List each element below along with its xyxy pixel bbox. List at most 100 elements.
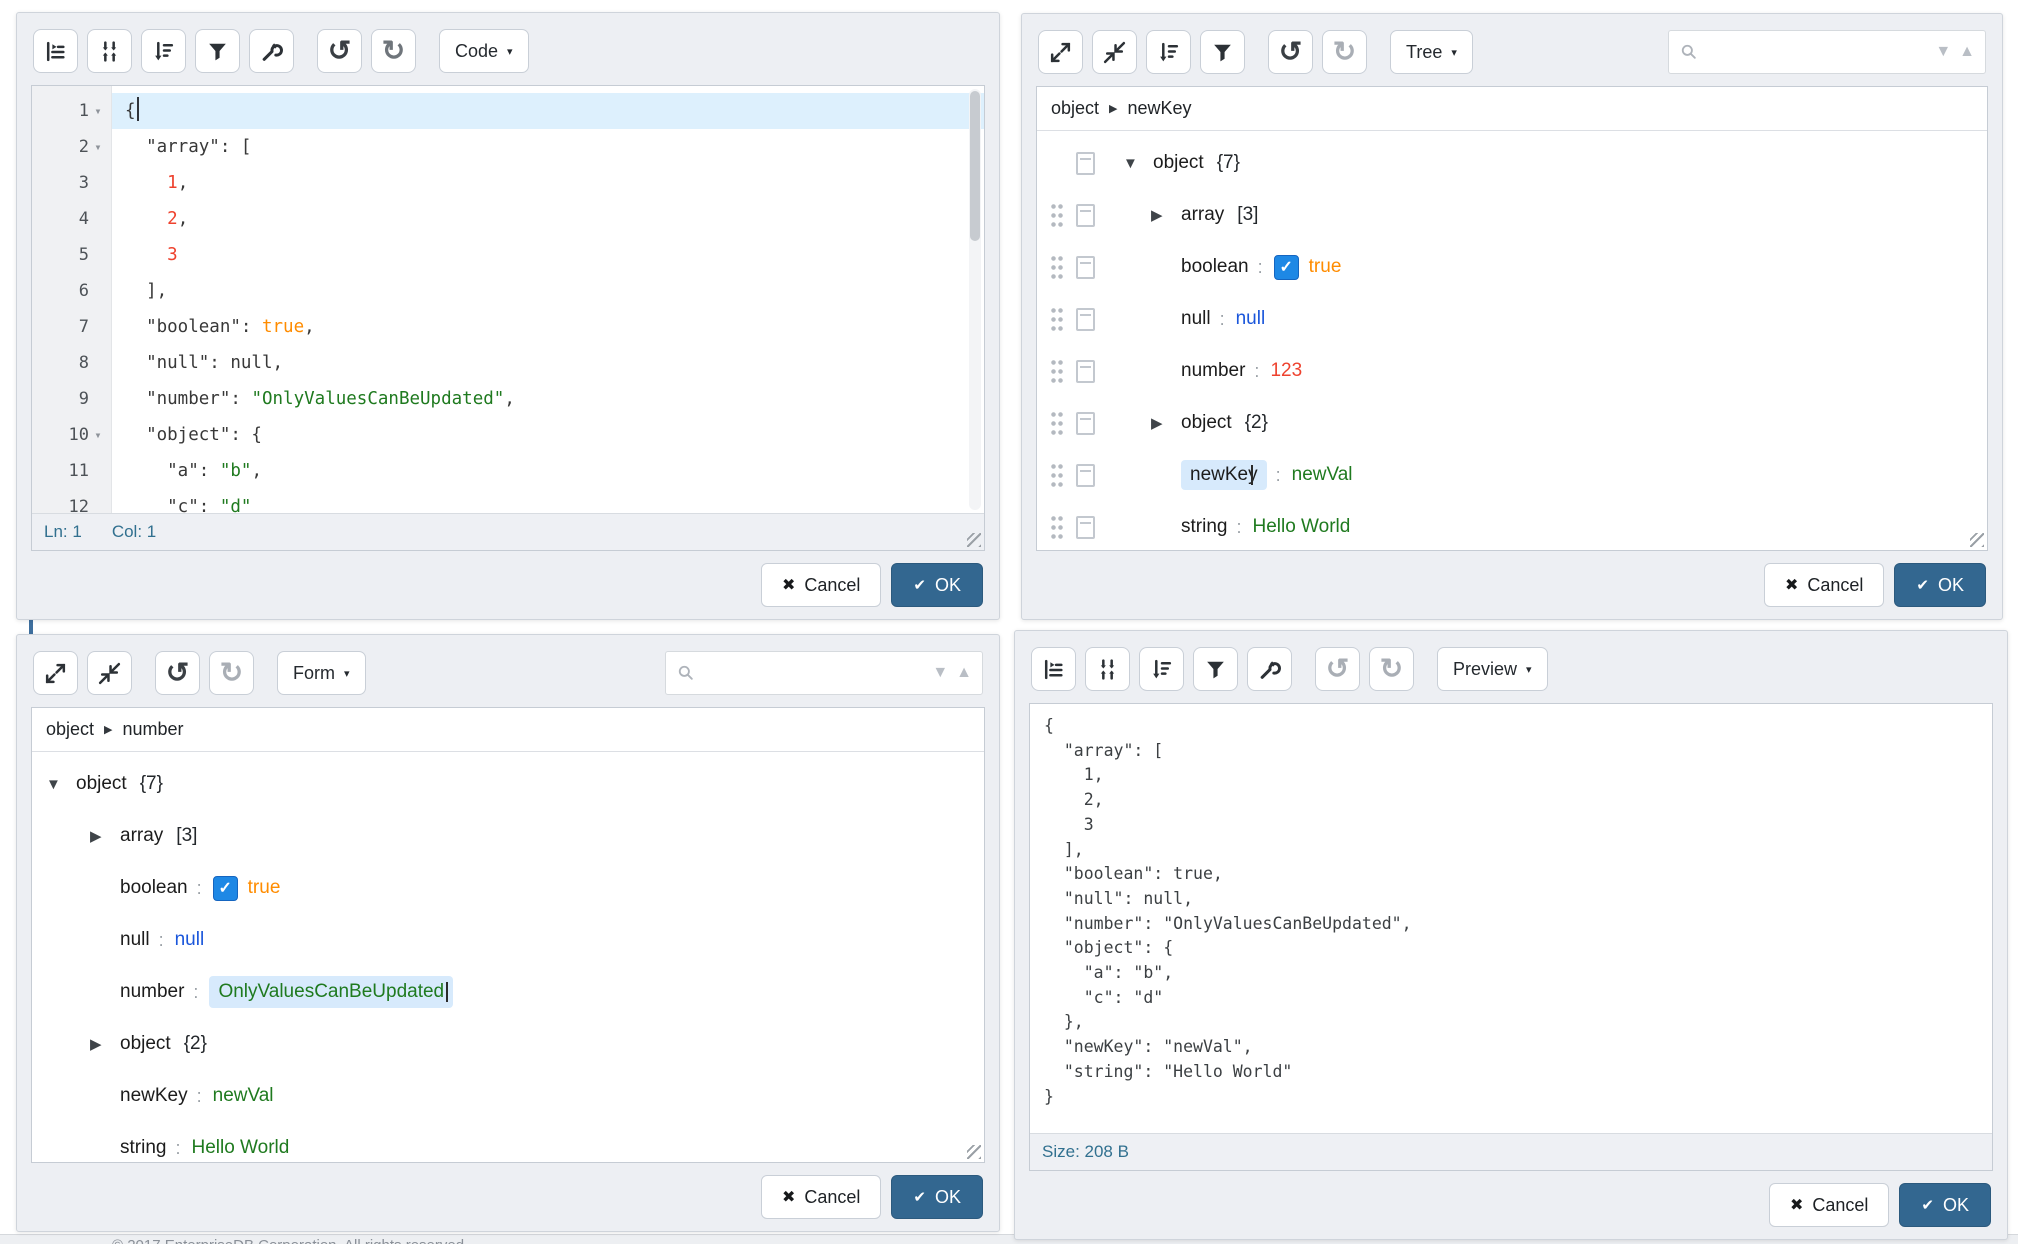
code-line[interactable]: ], <box>112 273 984 309</box>
context-menu-button[interactable] <box>1076 308 1095 331</box>
search-input[interactable] <box>1707 43 1927 61</box>
expand-triangle-icon[interactable]: ▶ <box>90 827 120 845</box>
sort-button[interactable] <box>1146 30 1191 74</box>
transform-wrench-button[interactable] <box>249 29 294 73</box>
transform-wrench-button[interactable] <box>1247 647 1292 691</box>
field-value[interactable]: 123 <box>1270 360 1302 382</box>
fold-toggle-icon[interactable]: ▾ <box>89 140 107 154</box>
field-name[interactable]: string <box>1181 516 1227 538</box>
field-name[interactable]: object <box>120 1033 171 1055</box>
field-name[interactable]: boolean <box>120 877 188 899</box>
code-line[interactable]: 1, <box>112 165 984 201</box>
context-menu-button[interactable] <box>1076 412 1095 435</box>
sort-button[interactable] <box>141 29 186 73</box>
field-name[interactable]: object <box>1181 412 1232 434</box>
code-line[interactable]: "a": "b", <box>112 453 984 489</box>
cancel-button[interactable]: ✖ Cancel <box>1769 1183 1889 1227</box>
redo-button[interactable]: ↻ <box>1322 30 1367 74</box>
field-name[interactable]: boolean <box>1181 256 1249 278</box>
code-line[interactable]: { <box>112 93 984 129</box>
fold-toggle-icon[interactable]: ▾ <box>89 104 107 118</box>
drag-handle-icon[interactable] <box>1050 358 1064 385</box>
context-menu-button[interactable] <box>1076 256 1095 279</box>
field-name[interactable]: number <box>120 981 184 1003</box>
mode-select-tree[interactable]: Tree ▾ <box>1390 30 1473 74</box>
collapse-triangle-icon[interactable]: ▼ <box>1123 155 1153 172</box>
filter-button[interactable] <box>1200 30 1245 74</box>
ace-editor[interactable]: 1▾2▾345678910▾1112 { "array": [ 1, 2, 3 … <box>32 86 984 513</box>
compact-button[interactable] <box>1085 647 1130 691</box>
boolean-checkbox[interactable]: ✓ <box>1274 255 1299 280</box>
search-input[interactable] <box>704 664 924 682</box>
resize-handle[interactable] <box>1970 533 1984 547</box>
ok-button[interactable]: ✔ OK <box>1894 563 1986 607</box>
expand-all-button[interactable] <box>1038 30 1083 74</box>
code-lines[interactable]: { "array": [ 1, 2, 3 ], "boolean": true,… <box>112 86 984 513</box>
expand-triangle-icon[interactable]: ▶ <box>90 1035 120 1053</box>
drag-handle-icon[interactable] <box>1050 202 1064 229</box>
breadcrumb-current[interactable]: number <box>123 719 184 740</box>
filter-button[interactable] <box>195 29 240 73</box>
field-name[interactable]: newKey <box>120 1085 188 1107</box>
breadcrumb-root[interactable]: object <box>1051 98 1099 119</box>
field-name[interactable]: array <box>1181 204 1224 226</box>
undo-button[interactable]: ↺ <box>317 29 362 73</box>
cancel-button[interactable]: ✖ Cancel <box>761 563 881 607</box>
search-previous-icon[interactable]: ▲ <box>1959 43 1975 61</box>
field-value[interactable]: newVal <box>1292 464 1353 486</box>
drag-handle-icon[interactable] <box>1050 462 1064 489</box>
field-value[interactable]: true <box>1309 256 1342 278</box>
code-line[interactable]: "c": "d" <box>112 489 984 513</box>
sort-button[interactable] <box>1139 647 1184 691</box>
field-value[interactable]: null <box>1236 308 1266 330</box>
field-name[interactable]: object <box>1153 152 1204 174</box>
drag-handle-icon[interactable] <box>1050 254 1064 281</box>
code-line[interactable]: "object": { <box>112 417 984 453</box>
code-line[interactable]: "number": "OnlyValuesCanBeUpdated", <box>112 381 984 417</box>
redo-button[interactable]: ↻ <box>371 29 416 73</box>
search-next-icon[interactable]: ▼ <box>932 664 948 682</box>
boolean-checkbox[interactable]: ✓ <box>213 876 238 901</box>
undo-button[interactable]: ↺ <box>155 651 200 695</box>
compact-button[interactable] <box>87 29 132 73</box>
filter-button[interactable] <box>1193 647 1238 691</box>
expand-all-button[interactable] <box>33 651 78 695</box>
field-value[interactable]: Hello World <box>191 1137 289 1159</box>
mode-select-form[interactable]: Form ▾ <box>277 651 366 695</box>
code-line[interactable]: 3 <box>112 237 984 273</box>
breadcrumb-root[interactable]: object <box>46 719 94 740</box>
code-line[interactable]: 2, <box>112 201 984 237</box>
field-name[interactable]: array <box>120 825 163 847</box>
undo-button[interactable]: ↺ <box>1268 30 1313 74</box>
field-value[interactable]: newVal <box>213 1085 274 1107</box>
context-menu-button[interactable] <box>1076 152 1095 175</box>
code-line[interactable]: "boolean": true, <box>112 309 984 345</box>
fold-toggle-icon[interactable]: ▾ <box>89 428 107 442</box>
breadcrumb-current[interactable]: newKey <box>1128 98 1192 119</box>
field-name[interactable]: number <box>1181 360 1245 382</box>
collapse-triangle-icon[interactable]: ▼ <box>46 776 76 793</box>
undo-button[interactable]: ↺ <box>1315 647 1360 691</box>
field-value[interactable]: true <box>248 877 281 899</box>
vertical-scrollbar[interactable] <box>969 89 981 510</box>
collapse-all-button[interactable] <box>1092 30 1137 74</box>
ok-button[interactable]: ✔ OK <box>891 563 983 607</box>
field-name[interactable]: newKey <box>1181 460 1267 490</box>
ok-button[interactable]: ✔ OK <box>1899 1183 1991 1227</box>
code-line[interactable]: "array": [ <box>112 129 984 165</box>
ok-button[interactable]: ✔ OK <box>891 1175 983 1219</box>
search-next-icon[interactable]: ▼ <box>1935 43 1951 61</box>
scrollbar-thumb[interactable] <box>970 91 980 241</box>
field-name[interactable]: null <box>1181 308 1211 330</box>
resize-handle[interactable] <box>967 533 981 547</box>
field-name[interactable]: null <box>120 929 150 951</box>
redo-button[interactable]: ↻ <box>209 651 254 695</box>
field-name[interactable]: string <box>120 1137 166 1159</box>
field-value[interactable]: null <box>175 929 205 951</box>
expand-triangle-icon[interactable]: ▶ <box>1151 414 1181 432</box>
expand-triangle-icon[interactable]: ▶ <box>1151 206 1181 224</box>
cancel-button[interactable]: ✖ Cancel <box>761 1175 881 1219</box>
drag-handle-icon[interactable] <box>1050 410 1064 437</box>
resize-handle[interactable] <box>967 1145 981 1159</box>
mode-select-code[interactable]: Code ▾ <box>439 29 529 73</box>
